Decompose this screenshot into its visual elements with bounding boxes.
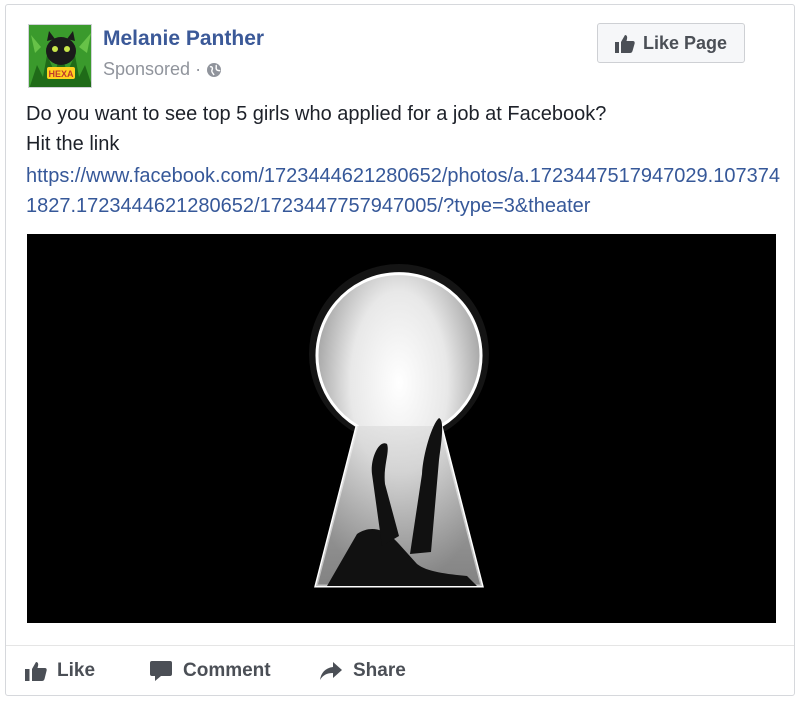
- like-page-button[interactable]: Like Page: [597, 23, 745, 63]
- thumbs-up-icon: [614, 34, 635, 53]
- speech-bubble-icon: [149, 660, 173, 682]
- keyhole-illustration: [27, 234, 776, 623]
- comment-label: Comment: [183, 660, 271, 681]
- share-label: Share: [353, 660, 406, 681]
- like-button[interactable]: Like: [25, 660, 95, 682]
- like-page-label: Like Page: [642, 32, 728, 53]
- share-button[interactable]: Share: [319, 660, 406, 682]
- svg-text:HEXA: HEXA: [48, 69, 74, 79]
- post-text: Do you want to see top 5 girls who appli…: [26, 99, 786, 159]
- post-url-link[interactable]: https://www.facebook.com/172344462128065…: [26, 161, 786, 221]
- sponsored-post-card: HEXA Melanie Panther Sponsored · Like Pa…: [5, 4, 795, 696]
- sponsored-label[interactable]: Sponsored: [103, 59, 190, 80]
- author-name-link[interactable]: Melanie Panther: [103, 27, 264, 51]
- comment-button[interactable]: Comment: [149, 660, 271, 682]
- post-actions-bar: Like Comment Share: [6, 645, 794, 692]
- thumbs-up-icon: [25, 661, 47, 681]
- post-text-line: Do you want to see top 5 girls who appli…: [26, 103, 607, 125]
- meta-separator: ·: [195, 59, 202, 79]
- post-meta: Sponsored ·: [103, 59, 222, 80]
- share-arrow-icon: [319, 661, 343, 681]
- panther-logo-icon: HEXA: [29, 25, 91, 87]
- like-label: Like: [57, 660, 96, 681]
- post-image-keyhole[interactable]: [27, 234, 776, 623]
- globe-icon[interactable]: [206, 62, 222, 78]
- author-avatar[interactable]: HEXA: [28, 24, 92, 88]
- post-text-line: Hit the link: [26, 133, 120, 155]
